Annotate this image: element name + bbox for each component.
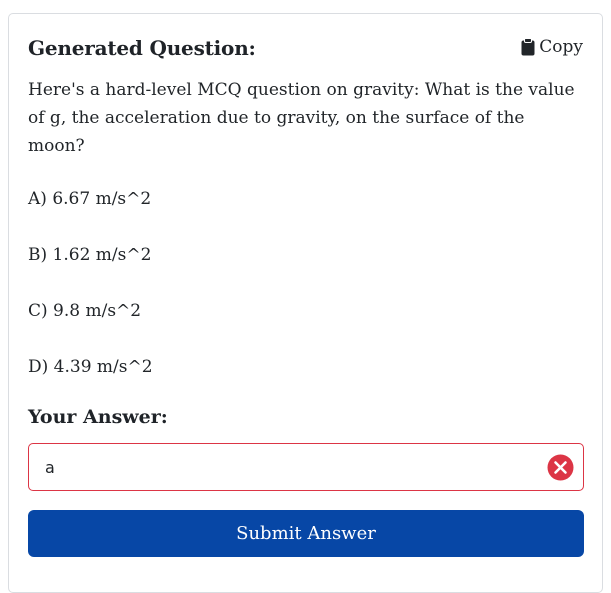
- option-c: C) 9.8 m/s^2: [28, 301, 142, 321]
- card-header: Generated Question: Copy: [28, 34, 583, 66]
- answer-field: [28, 443, 584, 491]
- option-a: A) 6.67 m/s^2: [28, 189, 152, 209]
- error-x-icon: [547, 454, 574, 481]
- submit-answer-button[interactable]: Submit Answer: [28, 510, 584, 557]
- question-card: Generated Question: Copy Here's a hard-l…: [8, 13, 603, 593]
- option-d: D) 4.39 m/s^2: [28, 357, 153, 377]
- answer-input[interactable]: [29, 444, 583, 490]
- answer-label: Your Answer:: [28, 406, 168, 428]
- card-title: Generated Question:: [28, 36, 256, 60]
- copy-button-label: Copy: [539, 37, 583, 57]
- option-b: B) 1.62 m/s^2: [28, 245, 152, 265]
- question-text: Here's a hard-level MCQ question on grav…: [28, 80, 575, 156]
- copy-button[interactable]: Copy: [521, 37, 583, 57]
- clipboard-icon: [521, 38, 535, 56]
